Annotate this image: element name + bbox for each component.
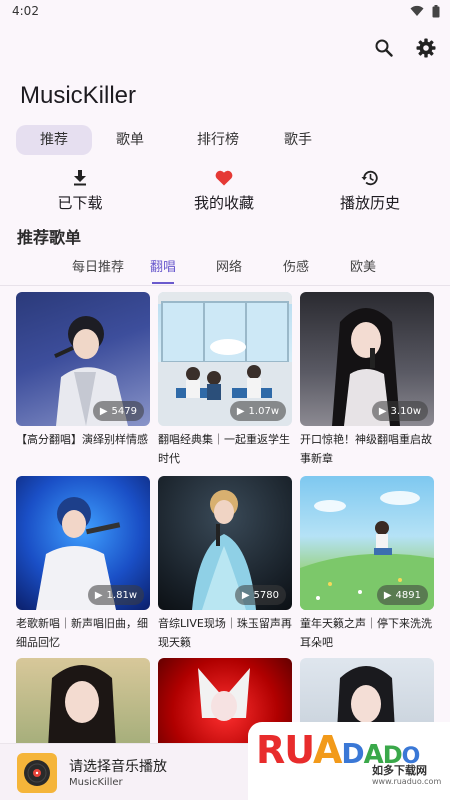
watermark: RUADADO 如多下载网 www.ruaduo.com [248, 722, 450, 800]
playlist-cover: ▶ 3.10w [300, 292, 434, 426]
playlist-title: 翻唱经典集｜一起重返学生时代 [158, 433, 290, 465]
download-icon [74, 170, 86, 186]
subtab-network[interactable]: 网络 [216, 256, 242, 275]
play-count: 4891 [395, 589, 421, 601]
play-count: 1.81w [106, 589, 137, 601]
active-tab-indicator [152, 282, 175, 284]
tab-charts[interactable]: 排行榜 [168, 125, 268, 155]
play-icon: ▶ [236, 405, 245, 417]
status-bar: 4:02 [0, 0, 450, 22]
play-icon: ▶ [99, 405, 108, 417]
wifi-icon [410, 5, 424, 16]
play-count: 5479 [111, 405, 137, 417]
watermark-url: www.ruaduo.com [372, 777, 442, 786]
battery-icon [432, 4, 440, 17]
watermark-cn: 如多下载网 [372, 764, 427, 777]
playlist-cover: ▶ 1.81w [16, 476, 150, 610]
divider [0, 285, 450, 286]
play-icon: ▶ [94, 589, 103, 601]
history-icon [361, 170, 378, 186]
favorites-button[interactable]: 我的收藏 [188, 168, 260, 213]
playlist-title: 开口惊艳！神级翻唱重启故事新章 [300, 433, 432, 465]
favorites-label: 我的收藏 [193, 194, 254, 212]
history-label: 播放历史 [339, 194, 400, 212]
subtab-cover-label: 翻唱 [150, 260, 177, 275]
playlist-card[interactable]: ▶ 5780 音综LIVE现场｜珠玉留声再现天籁 [158, 476, 292, 652]
playlist-title: 童年天籁之声｜停下来洗洗耳朵吧 [300, 617, 432, 649]
subtab-daily[interactable]: 每日推荐 [72, 256, 124, 275]
section-title: 推荐歌单 [17, 228, 82, 247]
playlist-cover: ▶ 4891 [300, 476, 434, 610]
play-icon: ▶ [383, 589, 392, 601]
playlist-card[interactable]: ▶ 1.81w 老歌新唱｜新声唱旧曲，细细品回忆 [16, 476, 150, 652]
history-button[interactable]: 播放历史 [335, 168, 405, 213]
top-actions [372, 36, 438, 60]
playlist-title: 【高分翻唱】演绎别样情感 [16, 433, 148, 446]
heart-icon [215, 170, 233, 186]
downloaded-button[interactable]: 已下载 [50, 168, 110, 213]
gear-icon [416, 38, 436, 58]
settings-button[interactable] [414, 36, 438, 60]
vinyl-disc-icon [24, 760, 50, 786]
sub-tabs: 每日推荐 翻唱 网络 伤感 欧美 [0, 256, 450, 286]
status-time: 4:02 [12, 4, 39, 18]
subtab-cover[interactable]: 翻唱 [150, 256, 177, 284]
search-button[interactable] [372, 36, 396, 60]
playlist-title: 老歌新唱｜新声唱旧曲，细细品回忆 [16, 617, 148, 649]
play-count-badge: ▶ 4891 [376, 585, 428, 605]
app-title: MusicKiller [20, 82, 137, 109]
search-icon [375, 39, 393, 57]
tab-recommend[interactable]: 推荐 [16, 125, 92, 155]
playlist-cover: ▶ 1.07w [158, 292, 292, 426]
playlist-title: 音综LIVE现场｜珠玉留声再现天籁 [158, 617, 292, 649]
play-icon: ▶ [378, 405, 387, 417]
play-count: 5780 [253, 589, 279, 601]
play-count-badge: ▶ 3.10w [371, 401, 428, 421]
subtab-sad[interactable]: 伤感 [283, 256, 309, 275]
tab-artists[interactable]: 歌手 [268, 125, 328, 155]
playlist-card[interactable]: ▶ 4891 童年天籁之声｜停下来洗洗耳朵吧 [300, 476, 434, 652]
album-art [17, 753, 57, 793]
play-count-badge: ▶ 5479 [92, 401, 144, 421]
play-count-badge: ▶ 5780 [234, 585, 286, 605]
play-count-badge: ▶ 1.07w [229, 401, 286, 421]
player-subtitle: MusicKiller [69, 777, 123, 788]
status-icons [410, 4, 440, 18]
playlist-card[interactable]: ▶ 1.07w 翻唱经典集｜一起重返学生时代 [158, 292, 292, 468]
player-title: 请选择音乐播放 [69, 759, 167, 775]
tab-playlists[interactable]: 歌单 [92, 125, 168, 155]
play-count: 3.10w [390, 405, 421, 417]
playlist-card[interactable]: ▶ 3.10w 开口惊艳！神级翻唱重启故事新章 [300, 292, 434, 468]
quick-actions: 已下载 我的收藏 播放历史 [0, 168, 450, 216]
playlist-cover: ▶ 5479 [16, 292, 150, 426]
main-tabs: 推荐 歌单 排行榜 歌手 [16, 125, 328, 155]
subtab-western[interactable]: 欧美 [350, 256, 376, 275]
play-icon: ▶ [241, 589, 250, 601]
play-count-badge: ▶ 1.81w [87, 585, 144, 605]
downloaded-label: 已下载 [57, 194, 103, 212]
playlist-card[interactable]: ▶ 5479 【高分翻唱】演绎别样情感 [16, 292, 150, 468]
playlist-cover: ▶ 5780 [158, 476, 292, 610]
play-count: 1.07w [248, 405, 279, 417]
